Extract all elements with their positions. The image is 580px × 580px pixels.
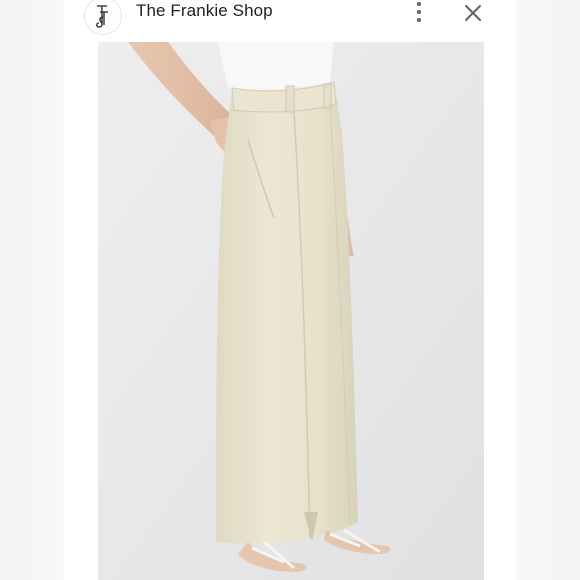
product-photo <box>98 42 484 580</box>
site-name[interactable]: The Frankie Shop <box>136 1 273 21</box>
right-margin <box>516 0 580 580</box>
viewer-header: The Frankie Shop <box>64 0 516 42</box>
close-icon <box>465 5 481 21</box>
more-vertical-icon <box>417 2 421 6</box>
product-image[interactable] <box>98 42 484 580</box>
brand-logo-glyph <box>96 5 108 28</box>
more-options-button[interactable] <box>410 0 428 24</box>
brand-logo-icon[interactable] <box>84 0 122 35</box>
close-button[interactable] <box>462 2 484 24</box>
left-margin <box>0 0 64 580</box>
viewer-frame: The Frankie Shop <box>0 0 580 580</box>
